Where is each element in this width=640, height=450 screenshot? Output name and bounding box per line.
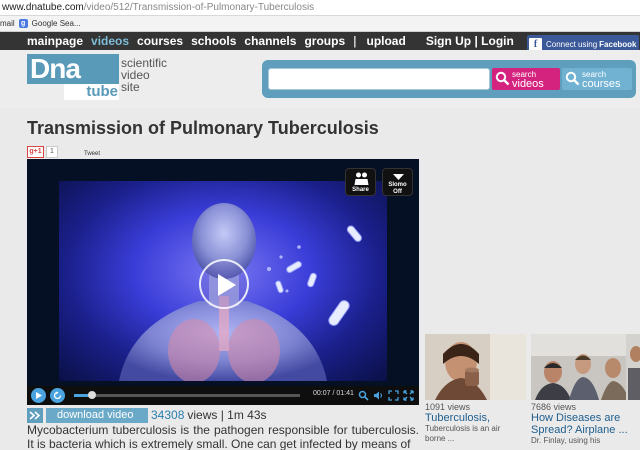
share-button[interactable]: Share xyxy=(345,168,376,196)
replay-icon xyxy=(53,391,62,400)
play-icon xyxy=(36,392,42,399)
tagline-line-3: site xyxy=(121,80,140,94)
share-label: Share xyxy=(352,187,369,193)
nav-item-schools[interactable]: schools xyxy=(191,34,236,48)
search-courses-big: courses xyxy=(582,78,621,90)
video-stats: download video 34308 views | 1m 43s xyxy=(27,407,419,423)
related-title-1[interactable]: Tuberculosis, xyxy=(425,412,526,424)
tweet-button[interactable]: Tweet xyxy=(84,151,100,157)
facebook-connect-prefix: Connect using xyxy=(546,39,598,49)
search-courses-button[interactable]: search courses xyxy=(562,68,632,90)
nav-separator: | xyxy=(353,34,357,48)
google-plus-widget[interactable]: g+1 1 xyxy=(27,146,58,158)
bookmark-mail[interactable]: mail xyxy=(0,19,15,28)
slomo-button[interactable]: Slomo Off xyxy=(382,168,413,196)
related-video-2[interactable]: 7686 views How Diseases are Spread? Airp… xyxy=(531,334,632,446)
volume-icon[interactable] xyxy=(373,390,384,401)
player-controls: 00:07 / 01:41 xyxy=(27,386,419,405)
play-button[interactable] xyxy=(31,388,46,403)
related-desc-1b: borne ... xyxy=(425,434,455,443)
related-views-1: 1091 views xyxy=(425,402,471,412)
search-videos-big: videos xyxy=(512,78,544,90)
url-host: www.dnatube.com xyxy=(2,2,84,13)
related-thumbnail-1[interactable] xyxy=(425,334,526,400)
nav-item-courses[interactable]: courses xyxy=(137,34,183,48)
related-video-1[interactable]: 1091 views Tuberculosis, Tuberculosis is… xyxy=(425,334,526,444)
related-thumbnail-image xyxy=(626,334,640,400)
magnifier-icon xyxy=(495,71,510,86)
related-thumbnail-image xyxy=(425,334,526,400)
signup-login-link[interactable]: Sign Up | Login xyxy=(426,34,514,48)
magnifier-icon xyxy=(565,71,580,86)
related-video-3-partial[interactable] xyxy=(626,334,640,400)
search-panel: search videos search courses xyxy=(262,60,636,98)
related-desc-2: Dr. Finlay, using his xyxy=(531,436,601,445)
share-icon xyxy=(354,172,369,185)
related-views-2: 7686 views xyxy=(531,402,577,412)
progress-knob[interactable] xyxy=(88,391,97,399)
browser-url-bar[interactable]: www.dnatube.com/video/512/Transmission-o… xyxy=(0,0,640,16)
forward-button[interactable] xyxy=(27,407,43,423)
related-thumbnail-image xyxy=(531,334,632,400)
related-thumbnail-2[interactable] xyxy=(531,334,632,400)
related-title-2[interactable]: How Diseases are Spread? Airplane ... xyxy=(531,412,632,436)
download-video-button[interactable]: download video xyxy=(46,407,148,423)
zoom-icon[interactable] xyxy=(358,390,369,401)
google-plus-count: 1 xyxy=(46,146,58,158)
slomo-state: Off xyxy=(393,189,402,195)
video-description: Mycobacterium tuberculosis is the pathog… xyxy=(27,423,419,450)
nav-item-mainpage[interactable]: mainpage xyxy=(27,34,83,48)
logo-dna: Dna xyxy=(27,54,119,84)
facebook-connect-brand: Facebook xyxy=(599,39,637,49)
logo-tube: tube xyxy=(64,84,119,100)
related-desc-1: Tuberculosis is an air xyxy=(425,424,501,433)
double-chevron-icon xyxy=(29,410,41,420)
play-overlay-button[interactable] xyxy=(199,259,249,309)
views-duration: views | 1m 43s xyxy=(187,408,267,422)
site-logo[interactable]: Dna tube xyxy=(27,54,119,100)
slomo-label: Slomo xyxy=(388,182,407,188)
play-icon xyxy=(218,274,236,296)
slomo-icon xyxy=(393,174,404,180)
video-player[interactable]: Share Slomo Off 00:07 / 01:41 xyxy=(27,159,419,405)
view-count: 34308 xyxy=(151,408,185,422)
search-input[interactable] xyxy=(268,68,490,90)
url-path: /video/512/Transmission-of-Pulmonary-Tub… xyxy=(83,2,315,13)
bookmarks-bar: mail g Google Sea... xyxy=(0,16,640,32)
progress-bar[interactable] xyxy=(74,391,300,399)
page-title: Transmission of Pulmonary Tuberculosis xyxy=(27,118,379,138)
fullscreen-icon[interactable] xyxy=(403,390,414,401)
google-icon: g xyxy=(18,19,28,28)
nav-item-channels[interactable]: channels xyxy=(244,34,296,48)
site-tagline: scientific video site xyxy=(121,57,167,93)
google-plus-button[interactable]: g+1 xyxy=(27,146,44,158)
search-videos-button[interactable]: search videos xyxy=(492,68,560,90)
replay-button[interactable] xyxy=(50,388,65,403)
nav-item-upload[interactable]: upload xyxy=(366,34,405,48)
bookmark-google-search[interactable]: Google Sea... xyxy=(32,19,81,28)
time-display: 00:07 / 01:41 xyxy=(313,390,354,397)
nav-item-videos[interactable]: videos xyxy=(91,34,129,48)
nav-item-groups[interactable]: groups xyxy=(304,34,345,48)
facebook-icon: f xyxy=(529,37,542,51)
resize-icon[interactable] xyxy=(388,390,399,401)
